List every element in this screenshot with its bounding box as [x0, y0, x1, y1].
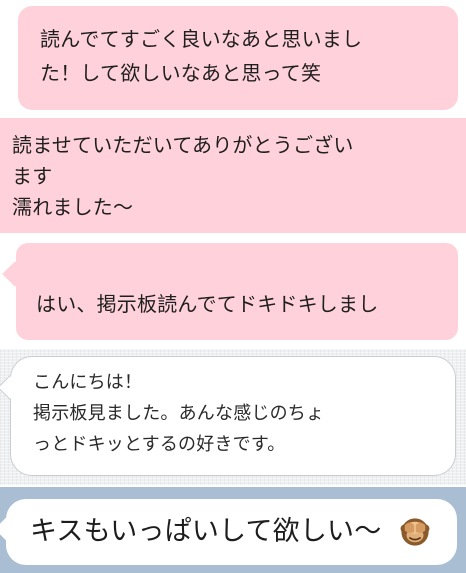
message-text-1: 読んでてすごく良いなあと思いまし た！して欲しいなあと思って笑 [40, 27, 363, 85]
chat-background: こんにちは！ 掲示板見ました。あんな感じのちょ っとドキッとするの好きです。 [0, 349, 466, 485]
message-block-2: 読ませていただいてありがとうござい ます 濡れました〜 [0, 118, 466, 233]
message-bubble-4: こんにちは！ 掲示板見ました。あんな感じのちょ っとドキッとするの好きです。 [10, 356, 456, 476]
message-text-5: キスもいっぱいして欲しい〜 [30, 516, 382, 547]
message-bubble-1: 読んでてすごく良いなあと思いまし た！して欲しいなあと思って笑 [18, 6, 458, 110]
chat-background-blue: キスもいっぱいして欲しい〜 [0, 487, 466, 573]
chat-screenshot: 読んでてすごく良いなあと思いまし た！して欲しいなあと思って笑 読ませていただい… [0, 0, 466, 573]
pink-heart-icon [58, 321, 86, 378]
see-no-evil-monkey-icon [398, 515, 432, 549]
message-text-4: こんにちは！ 掲示板見ました。あんな感じのちょ っとドキッとするの好きです。 [33, 372, 325, 455]
message-bubble-5: キスもいっぱいして欲しい〜 [6, 499, 457, 565]
message-text-2: 読ませていただいてありがとうござい ます 濡れました〜 [12, 133, 354, 219]
message-bubble-3: はい、掲示板読んでてドキドキしまし た [16, 243, 458, 379]
